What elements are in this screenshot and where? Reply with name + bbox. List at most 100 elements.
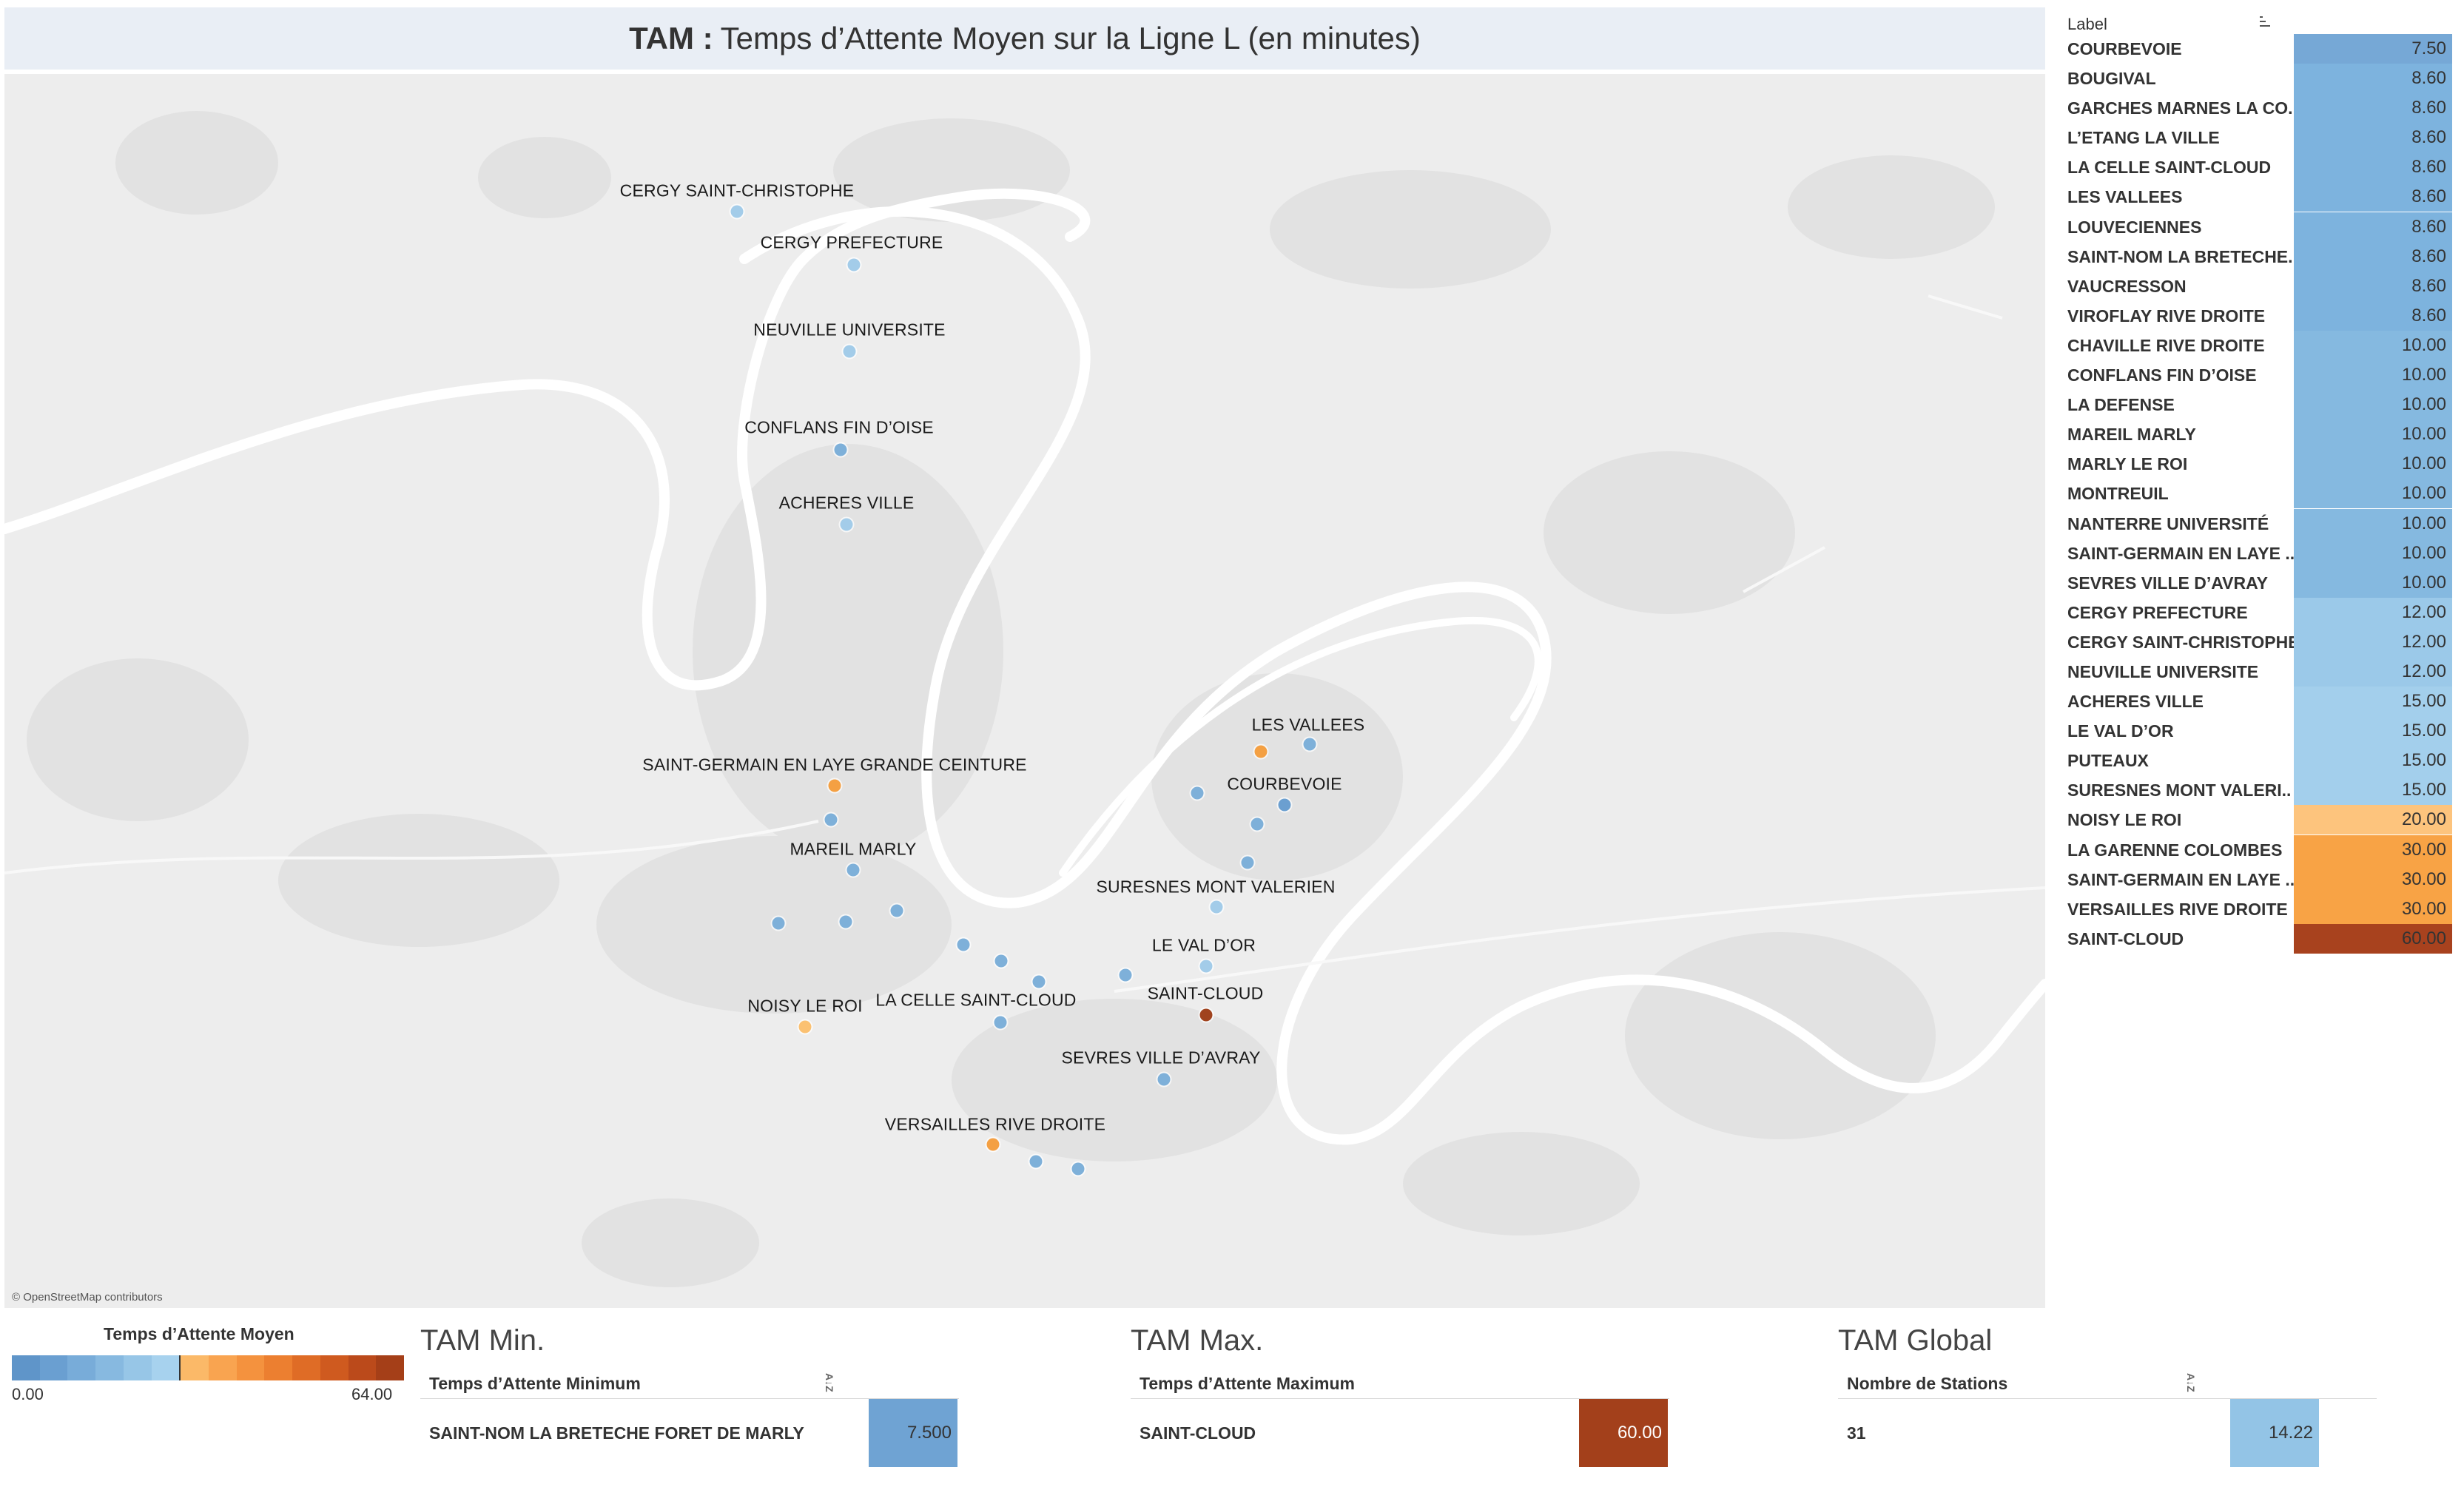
wait-time-cell: 8.60 <box>2294 64 2452 94</box>
legend-swatch <box>12 1355 40 1380</box>
wait-time-cell: 8.60 <box>2294 152 2452 183</box>
station-marker[interactable] <box>1032 975 1046 988</box>
sort-az-icon[interactable]: A↓Z <box>2185 1373 2197 1392</box>
station-marker[interactable] <box>1071 1162 1085 1176</box>
map-attribution[interactable]: © OpenStreetMap contributors <box>12 1291 163 1304</box>
station-name: LA DEFENSE <box>2067 395 2175 415</box>
station-marker[interactable] <box>824 813 838 826</box>
wait-time-cell: 15.00 <box>2294 716 2452 746</box>
station-marker[interactable] <box>847 258 861 272</box>
station-marker[interactable] <box>1199 1008 1213 1022</box>
table-row[interactable]: VERSAILLES RIVE DROITE 30.00 <box>2057 894 2464 924</box>
station-name: CERGY SAINT-CHRISTOPHE <box>2067 632 2297 652</box>
table-row[interactable]: LE VAL D’OR 15.00 <box>2057 716 2464 746</box>
station-marker[interactable] <box>828 779 841 792</box>
wait-time-cell: 8.60 <box>2294 300 2452 331</box>
station-marker[interactable] <box>1210 900 1223 914</box>
station-label: CERGY PREFECTURE <box>760 232 943 252</box>
station-marker[interactable] <box>1119 968 1132 982</box>
wait-time-cell: 10.00 <box>2294 567 2452 598</box>
table-row[interactable]: SAINT-GERMAIN EN LAYE .. 10.00 <box>2057 538 2464 568</box>
table-row[interactable]: CERGY PREFECTURE 12.00 <box>2057 597 2464 627</box>
table-row[interactable]: LA CELLE SAINT-CLOUD 8.60 <box>2057 152 2464 183</box>
table-row[interactable]: NANTERRE UNIVERSITÉ 10.00 <box>2057 508 2464 539</box>
wait-time-cell: 10.00 <box>2294 538 2452 568</box>
table-row[interactable]: SEVRES VILLE D’AVRAY 10.00 <box>2057 567 2464 598</box>
station-name: MARLY LE ROI <box>2067 454 2188 474</box>
station-name: VIROFLAY RIVE DROITE <box>2067 306 2266 326</box>
legend-swatch <box>292 1355 320 1380</box>
table-row[interactable]: COURBEVOIE 7.50 <box>2057 34 2464 64</box>
table-row[interactable]: SAINT-NOM LA BRETECHE.. 8.60 <box>2057 241 2464 272</box>
station-marker[interactable] <box>1199 960 1213 973</box>
station-marker[interactable] <box>846 863 860 877</box>
legend-min-value: 0.00 <box>12 1385 44 1403</box>
table-row[interactable]: ACHERES VILLE 15.00 <box>2057 687 2464 717</box>
station-marker[interactable] <box>957 938 970 951</box>
legend-swatch <box>151 1355 181 1380</box>
table-row[interactable]: SURESNES MONT VALERI.. 15.00 <box>2057 775 2464 806</box>
station-marker[interactable] <box>1241 856 1254 869</box>
station-marker[interactable] <box>986 1138 1000 1151</box>
station-label: SEVRES VILLE D’AVRAY <box>1061 1048 1261 1068</box>
table-row[interactable]: VIROFLAY RIVE DROITE 8.60 <box>2057 300 2464 331</box>
table-row[interactable]: LA DEFENSE 10.00 <box>2057 390 2464 420</box>
station-name: MAREIL MARLY <box>2067 425 2196 445</box>
table-row[interactable]: PUTEAUX 15.00 <box>2057 746 2464 776</box>
legend-swatch <box>209 1355 237 1380</box>
station-marker[interactable] <box>730 205 744 218</box>
table-row[interactable]: CHAVILLE RIVE DROITE 10.00 <box>2057 330 2464 360</box>
kpi-row[interactable]: SAINT-CLOUD 60.00 <box>1131 1398 1669 1467</box>
wait-time-cell: 12.00 <box>2294 597 2452 627</box>
station-marker[interactable] <box>890 904 903 917</box>
station-name: VERSAILLES RIVE DROITE <box>2067 899 2288 919</box>
table-row[interactable]: SAINT-GERMAIN EN LAYE .. 30.00 <box>2057 864 2464 894</box>
kpi-row[interactable]: 31 14.22 <box>1838 1398 2377 1467</box>
station-marker[interactable] <box>798 1020 812 1034</box>
station-name: SAINT-NOM LA BRETECHE.. <box>2067 246 2297 266</box>
table-row[interactable]: NOISY LE ROI 20.00 <box>2057 805 2464 835</box>
table-row[interactable]: CONFLANS FIN D’OISE 10.00 <box>2057 360 2464 391</box>
station-marker[interactable] <box>834 443 847 456</box>
table-row[interactable]: LOUVECIENNES 8.60 <box>2057 212 2464 242</box>
station-marker[interactable] <box>1254 745 1268 758</box>
sort-icon[interactable] <box>2258 15 2275 30</box>
table-row[interactable]: NEUVILLE UNIVERSITE 12.00 <box>2057 656 2464 687</box>
legend-swatch <box>67 1355 96 1380</box>
station-marker[interactable] <box>772 917 785 930</box>
table-row[interactable]: BOUGIVAL 8.60 <box>2057 64 2464 94</box>
kpi-row[interactable]: SAINT-NOM LA BRETECHE FORET DE MARLY 7.5… <box>420 1398 959 1467</box>
station-marker[interactable] <box>994 954 1008 968</box>
wait-time-cell: 8.60 <box>2294 123 2452 153</box>
sort-az-icon[interactable]: A↓Z <box>824 1373 835 1392</box>
station-marker[interactable] <box>839 915 852 928</box>
station-marker[interactable] <box>843 345 856 358</box>
station-marker[interactable] <box>1029 1155 1043 1168</box>
station-marker[interactable] <box>994 1016 1007 1029</box>
wait-time-cell: 30.00 <box>2294 894 2452 924</box>
table-row[interactable]: MARLY LE ROI 10.00 <box>2057 449 2464 479</box>
station-marker[interactable] <box>840 518 853 531</box>
table-header-label: Label <box>2067 15 2107 33</box>
station-marker[interactable] <box>1303 738 1316 751</box>
table-row[interactable]: LES VALLEES 8.60 <box>2057 182 2464 212</box>
table-row[interactable]: SAINT-CLOUD 60.00 <box>2057 923 2464 954</box>
table-row[interactable]: GARCHES MARNES LA CO.. 8.60 <box>2057 93 2464 124</box>
table-row[interactable]: MAREIL MARLY 10.00 <box>2057 419 2464 450</box>
table-row[interactable]: MONTREUIL 10.00 <box>2057 479 2464 509</box>
kpi-column-label: Temps d’Attente Maximum <box>1140 1374 1355 1393</box>
station-marker[interactable] <box>1157 1073 1171 1086</box>
station-map[interactable]: CERGY SAINT-CHRISTOPHE CERGY PREFECTURE NE… <box>4 74 2045 1308</box>
station-marker[interactable] <box>1278 798 1291 812</box>
color-legend[interactable]: Temps d’Attente Moyen 0.00 64.00 <box>7 1317 405 1406</box>
kpi-row-label: 31 <box>1847 1423 1866 1443</box>
station-marker[interactable] <box>1191 786 1204 800</box>
table-row[interactable]: CERGY SAINT-CHRISTOPHE 12.00 <box>2057 627 2464 657</box>
station-marker[interactable] <box>1250 817 1264 831</box>
station-name: ACHERES VILLE <box>2067 692 2204 712</box>
table-row[interactable]: LA GARENNE COLOMBES 30.00 <box>2057 834 2464 865</box>
table-row[interactable]: L’ETANG LA VILLE 8.60 <box>2057 123 2464 153</box>
table-row[interactable]: VAUCRESSON 8.60 <box>2057 271 2464 301</box>
kpi-row-value: 14.22 <box>2230 1399 2319 1467</box>
station-name: MONTREUIL <box>2067 484 2169 504</box>
